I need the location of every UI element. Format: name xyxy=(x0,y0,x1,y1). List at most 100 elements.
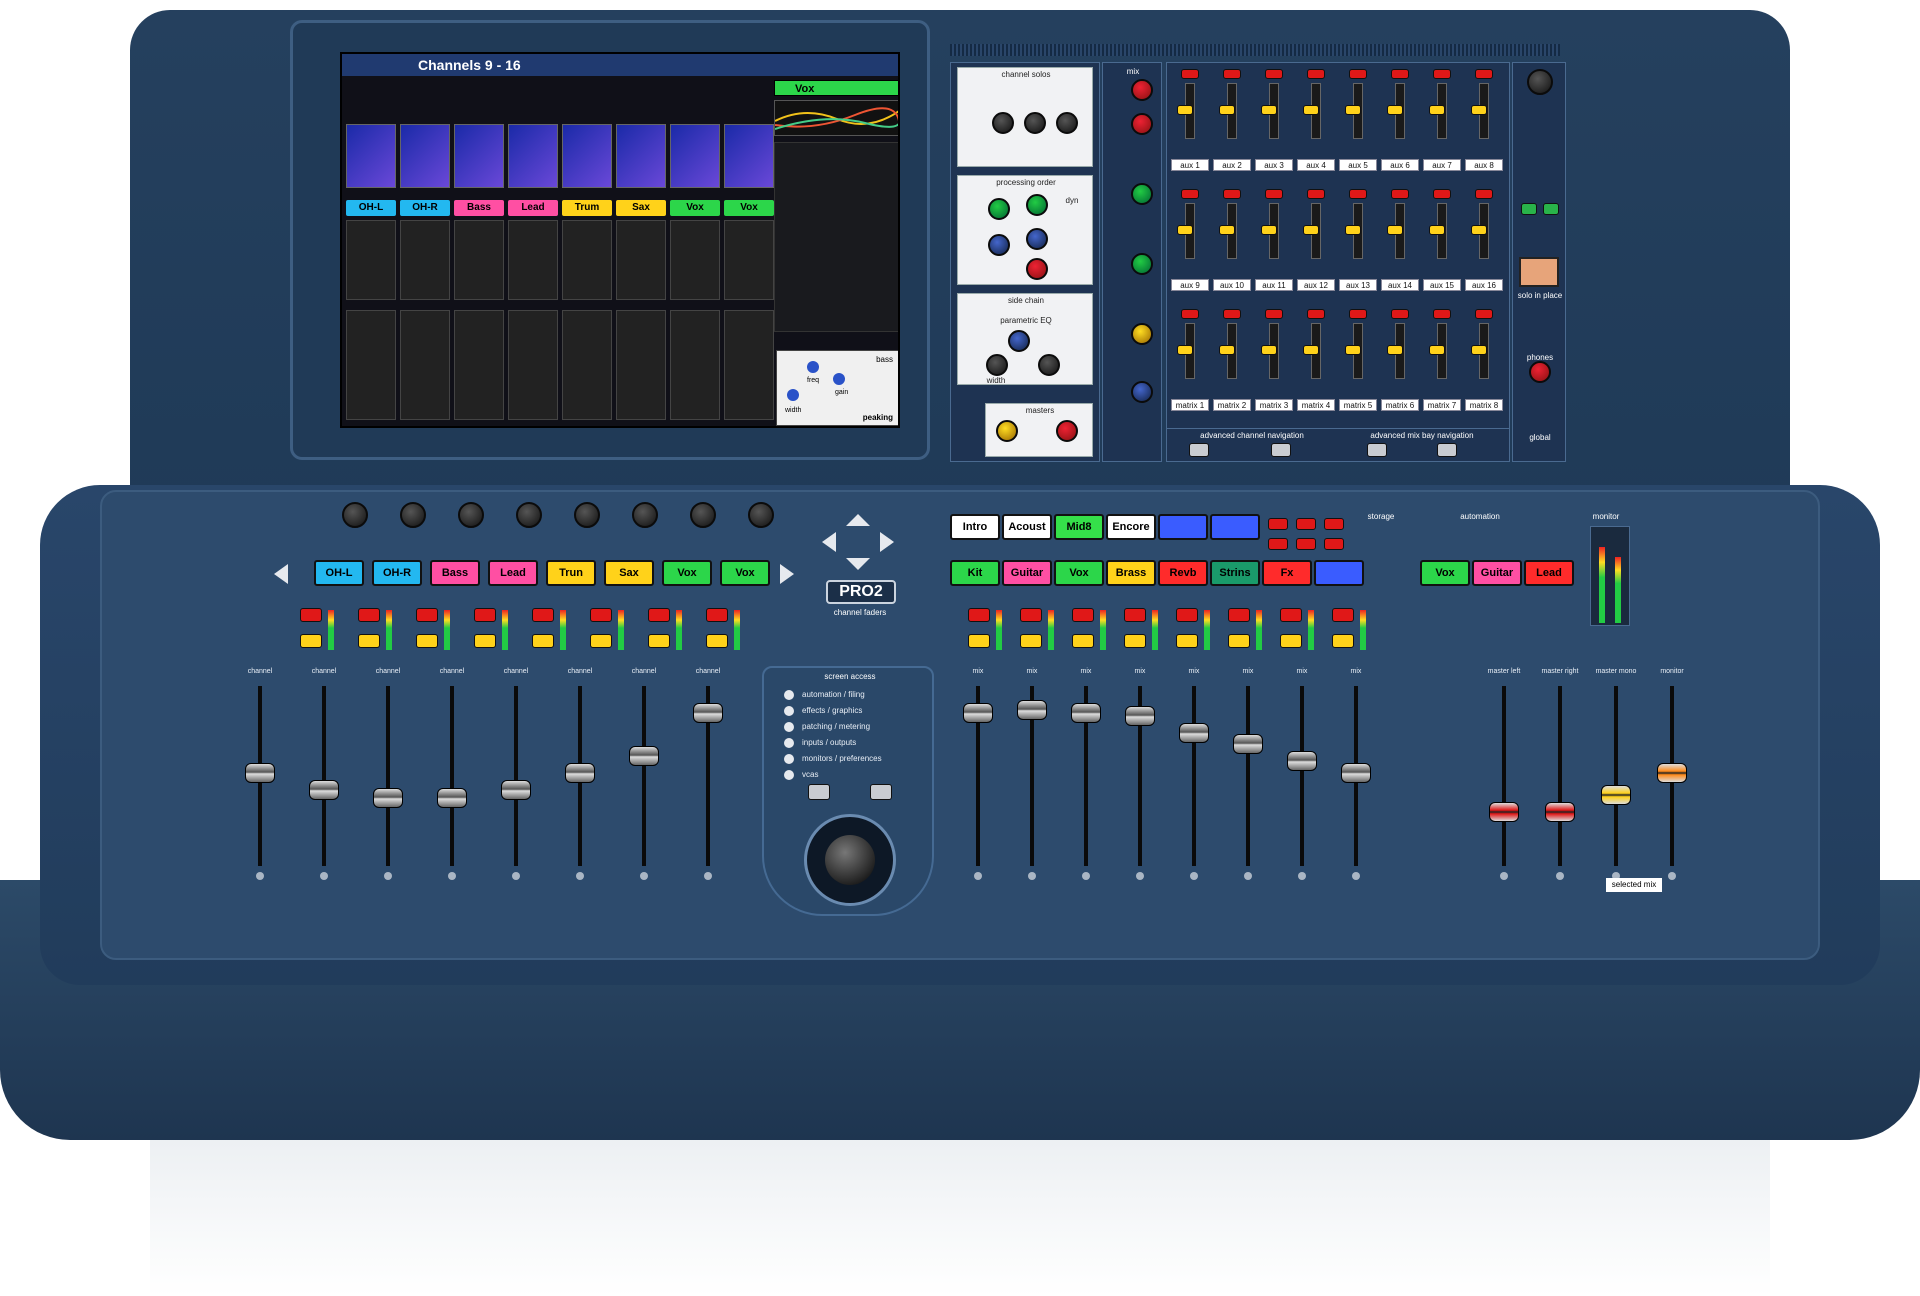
mute-button[interactable] xyxy=(1020,608,1042,622)
solo-button[interactable] xyxy=(1332,634,1354,648)
mute-button[interactable] xyxy=(968,608,990,622)
aux-mute-button[interactable] xyxy=(1349,189,1367,199)
aux-mute-button[interactable] xyxy=(1223,189,1241,199)
dyn-knob[interactable] xyxy=(1026,194,1048,216)
aux-mute-button[interactable] xyxy=(1265,189,1283,199)
fader-knob[interactable] xyxy=(963,703,993,723)
trackball-right-button[interactable] xyxy=(870,784,892,800)
aux-solo-button[interactable] xyxy=(1471,105,1487,115)
screen-channel-name[interactable]: Trum xyxy=(562,200,612,216)
mute-button[interactable] xyxy=(532,608,554,622)
mix-name-display[interactable]: Kit xyxy=(950,560,1000,586)
aux-solo-button[interactable] xyxy=(1303,345,1319,355)
fader-knob[interactable] xyxy=(501,779,531,800)
scene-display[interactable]: Encore xyxy=(1106,514,1156,540)
mute-group-6[interactable] xyxy=(1324,538,1344,550)
fader-knob[interactable] xyxy=(1125,706,1155,727)
talkback-knob[interactable] xyxy=(1527,69,1553,95)
channel-rotary-knob[interactable] xyxy=(574,502,600,528)
aux-mute-button[interactable] xyxy=(1475,189,1493,199)
fx-button[interactable] xyxy=(1271,443,1291,457)
phones-knob[interactable] xyxy=(1529,361,1551,383)
solo-button[interactable] xyxy=(1072,634,1094,648)
touch-screen[interactable]: Channels 9 - 16 Vox bass freq gain width… xyxy=(340,52,900,428)
aux-solo-button[interactable] xyxy=(1219,225,1235,235)
channel-rotary-knob[interactable] xyxy=(690,502,716,528)
aux-mute-button[interactable] xyxy=(1307,69,1325,79)
channel-name-display[interactable]: Lead xyxy=(488,560,538,586)
aux-solo-button[interactable] xyxy=(1219,345,1235,355)
mute-group-1[interactable] xyxy=(1268,518,1288,530)
channel-name-display[interactable]: Sax xyxy=(604,560,654,586)
aux-solo-button[interactable] xyxy=(1177,225,1193,235)
solo-button[interactable] xyxy=(1280,634,1302,648)
screen-access-button[interactable] xyxy=(784,754,794,764)
solo-button[interactable] xyxy=(532,634,554,648)
mix-bay-name-display[interactable]: Guitar xyxy=(1472,560,1522,586)
aux-mute-button[interactable] xyxy=(1223,69,1241,79)
fader-knob[interactable] xyxy=(1545,801,1575,822)
aux-mute-button[interactable] xyxy=(1391,189,1409,199)
gain-knob[interactable] xyxy=(833,373,845,385)
aux-mute-button[interactable] xyxy=(1265,309,1283,319)
trackball[interactable] xyxy=(804,814,896,906)
channel-rotary-knob[interactable] xyxy=(400,502,426,528)
fader-knob[interactable] xyxy=(1601,784,1631,805)
solo-button[interactable] xyxy=(358,634,380,648)
mute-group-5[interactable] xyxy=(1296,538,1316,550)
screen-channel-name[interactable]: Vox xyxy=(724,200,774,216)
channel-rotary-knob[interactable] xyxy=(342,502,368,528)
mute-button[interactable] xyxy=(358,608,380,622)
mix-knob-5[interactable] xyxy=(1131,323,1153,345)
aux-solo-button[interactable] xyxy=(1471,225,1487,235)
aux-mute-button[interactable] xyxy=(1433,309,1451,319)
aux-mute-button[interactable] xyxy=(1433,69,1451,79)
screen-channel-name[interactable]: Lead xyxy=(508,200,558,216)
mix-name-display[interactable] xyxy=(1314,560,1364,586)
talk-button-1[interactable] xyxy=(1521,203,1537,215)
channel-rotary-knob[interactable] xyxy=(632,502,658,528)
screen-channel-name[interactable]: Bass xyxy=(454,200,504,216)
aux-mute-button[interactable] xyxy=(1433,189,1451,199)
aux-mute-button[interactable] xyxy=(1475,309,1493,319)
aux-mute-button[interactable] xyxy=(1307,189,1325,199)
fader-knob[interactable] xyxy=(1071,703,1101,723)
mix-knob-2[interactable] xyxy=(1131,113,1153,135)
scroll-right-arrow-icon[interactable] xyxy=(780,564,794,584)
mute-button[interactable] xyxy=(416,608,438,622)
attack-knob[interactable] xyxy=(1026,228,1048,250)
flip-button[interactable] xyxy=(1189,443,1209,457)
aux-solo-button[interactable] xyxy=(1219,105,1235,115)
channel-name-display[interactable]: Trun xyxy=(546,560,596,586)
mute-button[interactable] xyxy=(1176,608,1198,622)
aux-mute-button[interactable] xyxy=(1223,309,1241,319)
hpf-knob[interactable] xyxy=(992,112,1014,134)
aux-mute-button[interactable] xyxy=(1349,309,1367,319)
channel-rotary-knob[interactable] xyxy=(748,502,774,528)
solo-button[interactable] xyxy=(648,634,670,648)
channel-name-display[interactable]: Bass xyxy=(430,560,480,586)
fader-knob[interactable] xyxy=(1657,762,1687,783)
aux-solo-button[interactable] xyxy=(1177,105,1193,115)
solo-button[interactable] xyxy=(416,634,438,648)
mix-name-display[interactable]: Guitar xyxy=(1002,560,1052,586)
mix-knob-3[interactable] xyxy=(1131,183,1153,205)
aux-mute-button[interactable] xyxy=(1349,69,1367,79)
mute-button[interactable] xyxy=(1280,608,1302,622)
freq-knob[interactable] xyxy=(807,361,819,373)
aux-solo-button[interactable] xyxy=(1345,105,1361,115)
mute-group-2[interactable] xyxy=(1296,518,1316,530)
aux-mute-button[interactable] xyxy=(1181,69,1199,79)
mix-bay-name-display[interactable]: Vox xyxy=(1420,560,1470,586)
mute-group-4[interactable] xyxy=(1268,538,1288,550)
fader-knob[interactable] xyxy=(309,779,339,800)
ratio-knob[interactable] xyxy=(988,234,1010,256)
fader-knob[interactable] xyxy=(1233,733,1263,754)
channel-rotary-knob[interactable] xyxy=(458,502,484,528)
aux-solo-button[interactable] xyxy=(1387,105,1403,115)
width-knob[interactable] xyxy=(787,389,799,401)
fader-knob[interactable] xyxy=(693,703,723,723)
screen-channel-name[interactable]: OH-L xyxy=(346,200,396,216)
trackball-left-button[interactable] xyxy=(808,784,830,800)
aux-solo-button[interactable] xyxy=(1387,225,1403,235)
